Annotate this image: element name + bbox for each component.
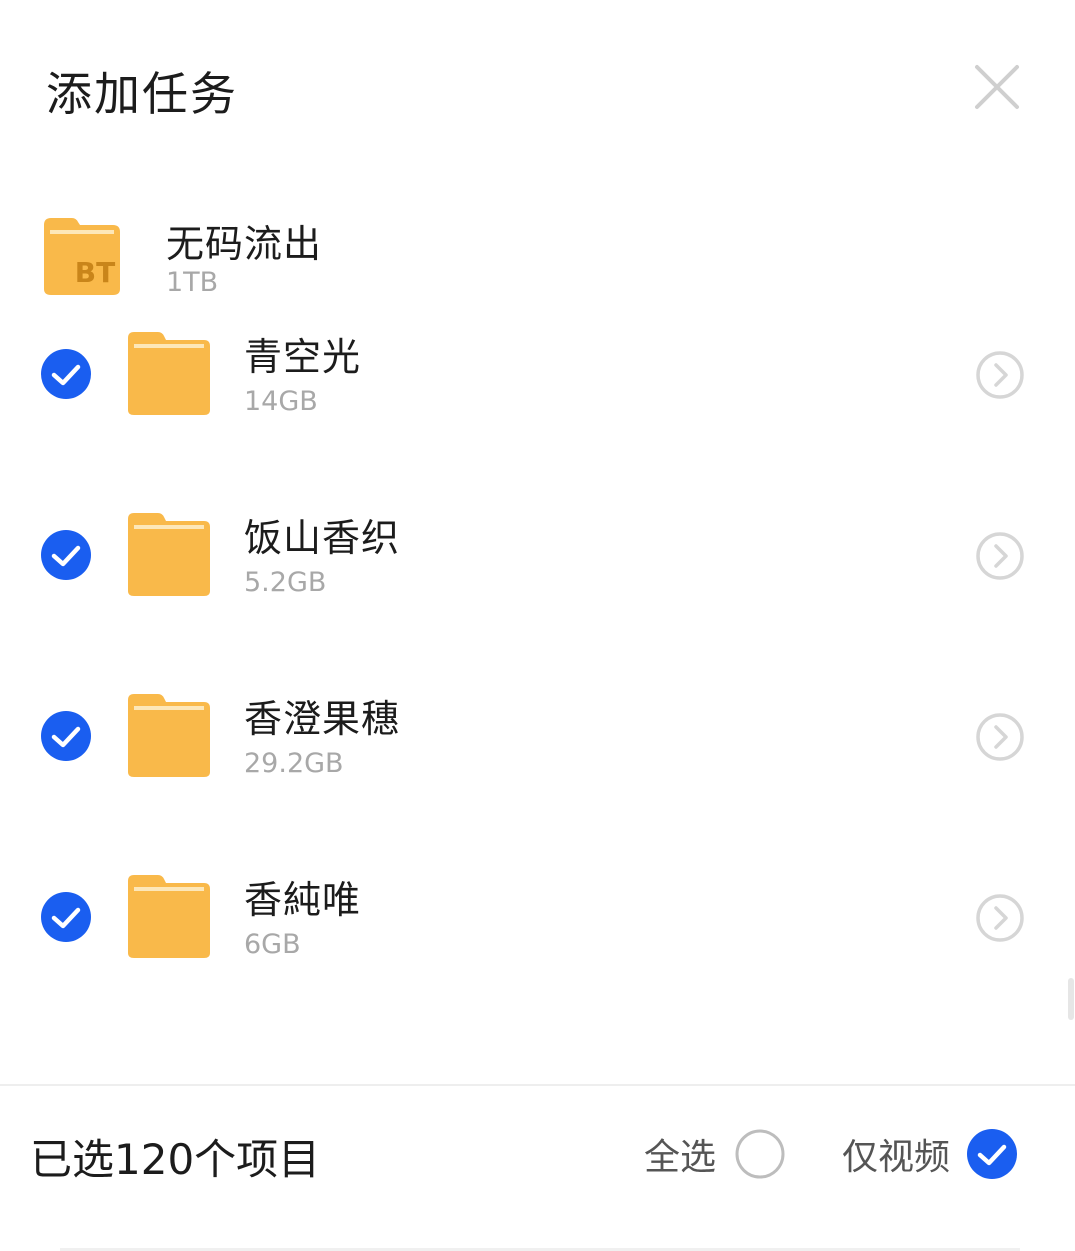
bt-folder-icon: BT	[44, 218, 120, 295]
folder-icon	[128, 332, 210, 415]
chevron-right-circle-icon	[976, 713, 1024, 761]
checkmark-circle-icon	[41, 530, 91, 580]
item-checkbox[interactable]	[40, 710, 92, 762]
select-all-toggle[interactable]: 全选	[644, 1128, 786, 1180]
chevron-right-circle-icon	[976, 351, 1024, 399]
scrollbar[interactable]	[1068, 978, 1074, 1020]
item-checkbox[interactable]	[40, 529, 92, 581]
chevron-right-circle-icon	[976, 894, 1024, 942]
open-folder-button[interactable]	[975, 893, 1025, 943]
item-checkbox[interactable]	[40, 348, 92, 400]
open-folder-button[interactable]	[975, 712, 1025, 762]
item-size: 29.2GB	[244, 748, 344, 779]
open-folder-button[interactable]	[975, 350, 1025, 400]
open-folder-button[interactable]	[975, 531, 1025, 581]
item-name: 香澄果穗	[244, 697, 401, 741]
item-size: 5.2GB	[244, 567, 327, 598]
list-item[interactable]: 香澄果穗 29.2GB	[0, 662, 1075, 812]
item-name: 饭山香织	[244, 516, 401, 560]
folder-icon	[128, 694, 210, 777]
selected-count-text: 已选120个项目	[30, 1135, 321, 1184]
bt-badge-text: BT	[75, 256, 115, 289]
close-icon	[975, 65, 1019, 109]
dialog-header: 添加任务	[0, 0, 1075, 170]
folder-icon	[128, 513, 210, 596]
list-item[interactable]: 饭山香织 5.2GB	[0, 481, 1075, 631]
select-all-label: 全选	[644, 1137, 717, 1178]
checkmark-circle-icon	[41, 892, 91, 942]
folder-icon	[128, 875, 210, 958]
empty-circle-icon	[735, 1129, 785, 1179]
video-only-label: 仅视频	[842, 1137, 951, 1178]
checkmark-circle-icon	[41, 349, 91, 399]
parent-folder-size: 1TB	[166, 267, 219, 298]
list-item[interactable]: 青空光 14GB	[0, 300, 1075, 450]
item-size: 14GB	[244, 386, 318, 417]
selection-footer: 已选120个项目 全选 仅视频	[0, 1084, 1075, 1251]
item-size: 6GB	[244, 929, 301, 960]
item-name: 青空光	[244, 335, 362, 379]
checkmark-circle-icon	[967, 1129, 1018, 1179]
checkmark-circle-icon	[41, 711, 91, 761]
parent-folder: BT 无码流出 1TB	[0, 205, 1075, 305]
chevron-right-circle-icon	[976, 532, 1024, 580]
video-only-toggle[interactable]: 仅视频	[842, 1128, 1018, 1180]
list-item[interactable]: 香純唯 6GB	[0, 843, 1075, 993]
close-button[interactable]	[972, 62, 1022, 112]
item-checkbox[interactable]	[40, 891, 92, 943]
item-name: 香純唯	[244, 878, 362, 922]
parent-folder-name: 无码流出	[166, 222, 323, 266]
dialog-title: 添加任务	[46, 67, 238, 121]
